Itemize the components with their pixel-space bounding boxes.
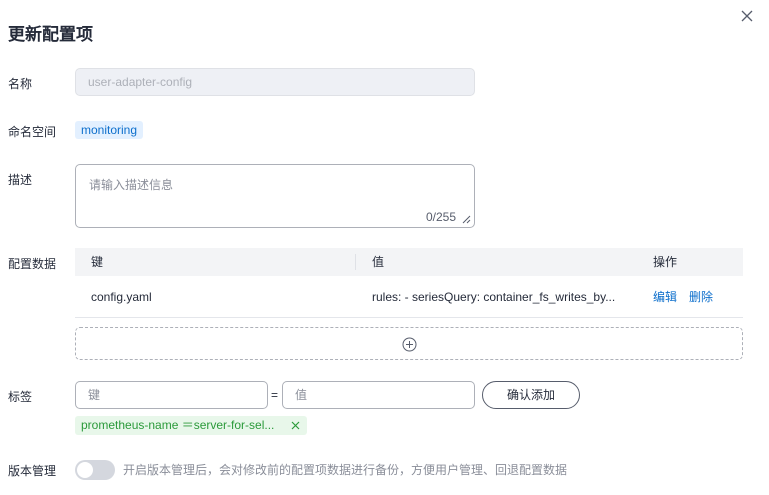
description-placeholder: 请输入描述信息: [89, 178, 174, 192]
character-counter: 0/255: [425, 210, 456, 224]
config-table-header: 键 值 操作: [75, 248, 743, 276]
label-tag-text: prometheus-name ＝server-for-sel...: [81, 418, 275, 432]
namespace-tag: monitoring: [75, 121, 144, 139]
name-field: user-adapter-config: [75, 68, 475, 96]
close-button[interactable]: [737, 6, 757, 26]
row-value: rules: - seriesQuery: container_fs_write…: [372, 290, 616, 304]
config-data-label: 配置数据: [8, 257, 57, 271]
add-config-row-button[interactable]: [75, 327, 743, 360]
name-label: 名称: [8, 77, 33, 91]
dialog-title: 更新配置项: [8, 25, 93, 44]
label-key-input[interactable]: 键: [75, 381, 268, 409]
column-header-actions: 操作: [653, 255, 678, 269]
label-value-input[interactable]: 值: [282, 381, 475, 409]
column-header-key: 键: [91, 255, 104, 269]
version-label: 版本管理: [8, 464, 57, 478]
row-key: config.yaml: [91, 290, 152, 304]
description-textarea[interactable]: 请输入描述信息 0/255: [75, 164, 475, 228]
plus-circle-icon: [402, 337, 417, 352]
table-row: config.yaml rules: - seriesQuery: contai…: [75, 276, 743, 318]
version-hint: 开启版本管理后，会对修改前的配置项数据进行备份，方便用户管理、回退配置数据: [123, 463, 568, 477]
label-tag: prometheus-name ＝server-for-sel...: [75, 416, 307, 435]
edit-link[interactable]: 编辑: [653, 276, 677, 318]
namespace-label: 命名空间: [8, 125, 57, 139]
column-header-value: 值: [372, 255, 385, 269]
resize-handle-icon[interactable]: [461, 214, 471, 224]
version-toggle[interactable]: [75, 460, 115, 480]
labels-label: 标签: [8, 390, 33, 404]
toggle-knob: [77, 462, 93, 478]
description-label: 描述: [8, 173, 33, 187]
column-divider: [355, 254, 356, 270]
equals-sign: =: [271, 388, 279, 402]
confirm-add-button[interactable]: 确认添加: [482, 381, 580, 409]
close-icon[interactable]: [291, 421, 300, 430]
delete-link[interactable]: 删除: [689, 276, 713, 318]
close-icon: [741, 10, 753, 22]
